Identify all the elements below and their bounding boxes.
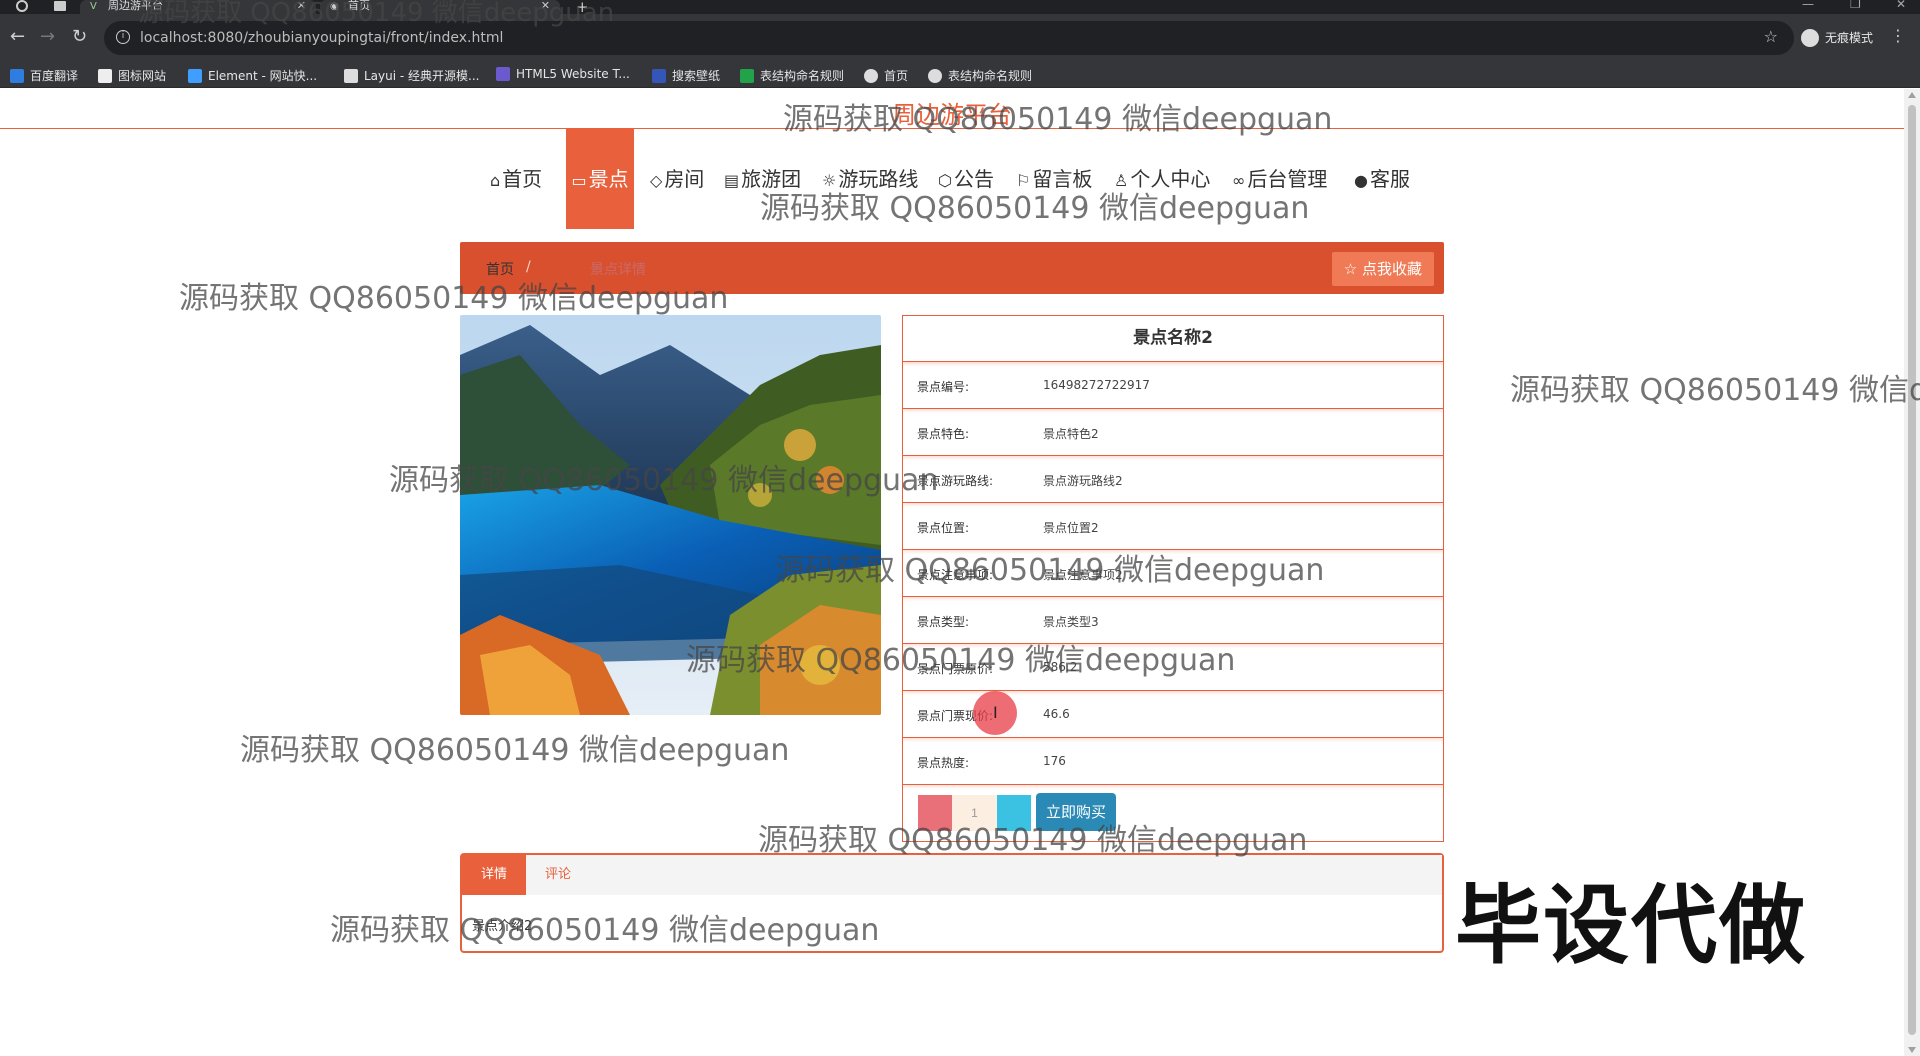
detail-key: 景点热度: [917, 756, 970, 770]
nav-label: 景点 [588, 167, 629, 191]
nav-label: 房间 [664, 167, 705, 191]
detail-key: 景点编号: [917, 380, 970, 394]
page-scrollbar[interactable] [1904, 89, 1920, 1056]
bookmark-item[interactable]: 首页 [864, 67, 908, 84]
detail-value: 景点位置2 [1043, 521, 1099, 535]
bookmark-item[interactable]: 表结构命名规则 [740, 67, 844, 84]
watermark: 源码获取 QQ86050149 微信deepguan [389, 463, 939, 498]
overlay-stamp: 毕设代做 [1455, 876, 1807, 976]
bookmark-item[interactable]: 百度翻译 [10, 67, 78, 84]
bookmark-label: 表结构命名规则 [760, 69, 845, 83]
favorite-button[interactable]: ☆ 点我收藏 [1331, 252, 1434, 286]
detail-value: 16498272722917 [1043, 378, 1150, 392]
bookmark-label: HTML5 Website T... [516, 67, 630, 81]
watermark: 源码获取 QQ86050149 微信deepguan [330, 913, 880, 948]
bookmark-star-icon[interactable]: ☆ [1764, 27, 1778, 46]
watermark: 源码获取 QQ86050149 微信deepguan [760, 191, 1310, 226]
tabs-header: 详情 评论 [462, 855, 1442, 895]
watermark: 源码获取 QQ86050149 微信deepguan [240, 733, 790, 768]
bookmark-label: Element - 网站快... [208, 69, 318, 83]
bookmark-label: 首页 [884, 69, 909, 83]
forward-icon[interactable]: → [40, 26, 55, 47]
url-text: localhost:8080/zhoubianyoupingtai/front/… [140, 30, 504, 46]
nav-label: 首页 [502, 167, 543, 191]
globe-icon [928, 69, 942, 83]
scrollbar-thumb[interactable] [1908, 105, 1916, 1035]
watermark: 源码获取 QQ86050149 微信deepguan [775, 553, 1325, 588]
nav-item-scenic[interactable]: ▭ 景点 [566, 129, 634, 229]
watermark: 源码获取 QQ86050149 微信deepguan [758, 823, 1308, 858]
detail-row: 景点特色: 景点特色2 [903, 409, 1443, 456]
star-icon: ☆ [1343, 260, 1358, 278]
bookmark-label: 图标网站 [118, 69, 167, 83]
bookmark-item[interactable]: Layui - 经典开源模... [344, 67, 479, 84]
tab-details[interactable]: 详情 [462, 855, 526, 895]
more-menu-icon[interactable]: ⋮ [1890, 26, 1906, 45]
detail-key: 景点位置: [917, 521, 970, 535]
detail-row: 景点编号: 16498272722917 [903, 362, 1443, 409]
nav-item-service[interactable]: ● 客服 [1354, 129, 1410, 229]
watermark: 源码获取 QQ86050149 微信deepguan [179, 281, 729, 316]
bookmark-label: 表结构命名规则 [948, 69, 1033, 83]
detail-key: 景点特色: [917, 427, 970, 441]
bookmark-label: 搜索壁纸 [672, 69, 721, 83]
bookmark-item[interactable]: Element - 网站快... [188, 67, 317, 84]
table-icon [740, 69, 754, 83]
tab-comments[interactable]: 评论 [526, 855, 590, 895]
bookmark-item[interactable]: 搜索壁纸 [652, 67, 720, 84]
incognito-label: 无痕模式 [1825, 31, 1874, 45]
element-logo-icon [188, 69, 202, 83]
scroll-down-icon[interactable] [1908, 1047, 1916, 1053]
vue-logo-icon: V [90, 1, 97, 12]
translate-icon [10, 69, 24, 83]
nav-label: 客服 [1369, 167, 1410, 191]
layui-logo-icon [344, 69, 358, 83]
detail-value: 景点类型3 [1043, 615, 1099, 629]
scroll-up-icon[interactable] [1908, 92, 1916, 98]
watermark: 源码获取 QQ86050149 微信deepguan [1510, 373, 1920, 408]
detail-value: 景点特色2 [1043, 427, 1099, 441]
bookmark-item[interactable]: HTML5 Website T... [496, 67, 630, 81]
bookmark-item[interactable]: 表结构命名规则 [928, 67, 1032, 84]
calendar-icon: ▤ [724, 171, 740, 190]
incognito-icon [1801, 29, 1819, 47]
detail-value: 46.6 [1043, 707, 1070, 721]
tag-icon: ◇ [650, 171, 663, 190]
detail-key: 景点类型: [917, 615, 970, 629]
close-window-icon[interactable]: ✕ [1896, 0, 1906, 11]
tab-search-icon[interactable] [54, 1, 66, 11]
html5-icon [496, 67, 510, 81]
scenic-name: 景点名称2 [903, 316, 1443, 362]
minimize-icon[interactable]: — [1802, 0, 1814, 11]
watermark: 源码获取 QQ86050149 微信deepguan [783, 102, 1333, 137]
nav-item-home[interactable]: ⌂ 首页 [490, 129, 542, 229]
detail-row: 景点位置: 景点位置2 [903, 503, 1443, 550]
home-icon: ⌂ [490, 171, 501, 190]
nav-item-rooms[interactable]: ◇ 房间 [650, 129, 704, 229]
wallpaper-icon [652, 69, 666, 83]
maximize-icon[interactable]: ❐ [1850, 0, 1861, 11]
text-cursor-icon: I [993, 703, 998, 722]
incognito-badge[interactable]: 无痕模式 [1795, 24, 1883, 52]
watermark: 源码获取 QQ86050149 微信deepguan [138, 0, 615, 28]
reload-icon[interactable]: ↻ [72, 26, 87, 47]
detail-row: 景点热度: 176 [903, 738, 1443, 785]
detail-value: 176 [1043, 754, 1066, 768]
bookmarks-bar: 百度翻译 图标网站 Element - 网站快... Layui - 经典开源模… [0, 62, 1920, 88]
bookmark-label: Layui - 经典开源模... [364, 69, 480, 83]
detail-row: 景点游玩路线: 景点游玩路线2 [903, 456, 1443, 503]
bookmark-item[interactable]: 图标网站 [98, 67, 166, 84]
globe-icon [864, 69, 878, 83]
folder-icon [98, 69, 112, 83]
detail-value: 景点游玩路线2 [1043, 474, 1123, 488]
ticket-icon: ▭ [571, 171, 587, 190]
back-icon[interactable]: ← [10, 26, 25, 47]
favorite-label: 点我收藏 [1361, 260, 1422, 278]
bookmark-label: 百度翻译 [30, 69, 79, 83]
watermark: 源码获取 QQ86050149 微信deepguan [686, 643, 1236, 678]
info-icon[interactable]: i [116, 30, 130, 44]
browser-menu-icon[interactable] [16, 0, 28, 12]
chat-icon: ● [1354, 171, 1368, 190]
